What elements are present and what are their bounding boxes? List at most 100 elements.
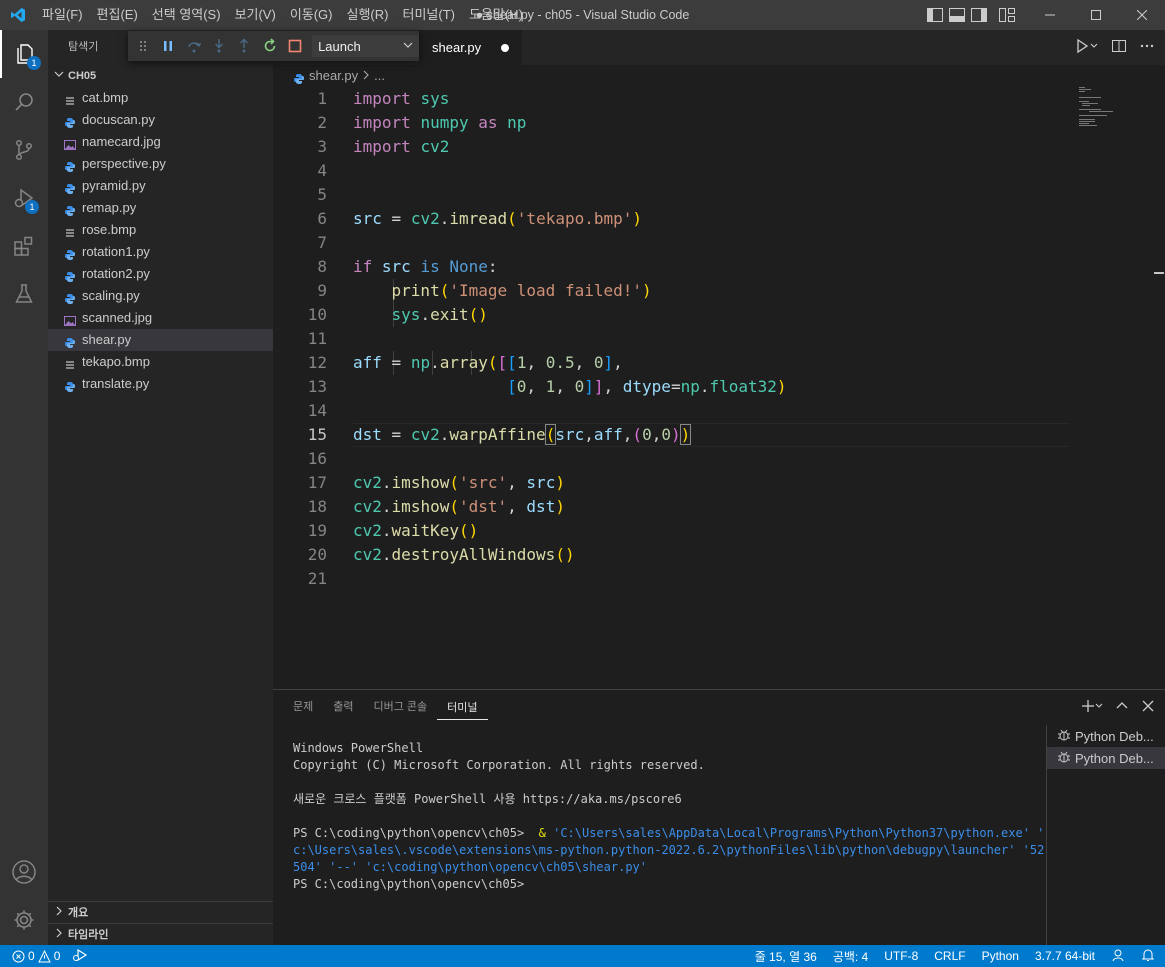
step-out-icon[interactable] — [236, 37, 253, 55]
close-button[interactable] — [1119, 0, 1165, 30]
code-line: 6 src = cv2.imread('tekapo.bmp') — [273, 207, 1069, 231]
split-editor-icon[interactable] — [1111, 38, 1127, 57]
code-text: src = cv2.imread('tekapo.bmp') — [353, 209, 643, 228]
file-name: scanned.jpg — [82, 310, 153, 325]
terminal-line: 새로운 크로스 플랫폼 PowerShell 사용 https://aka.ms… — [293, 792, 682, 806]
folder-header[interactable]: CH05 — [48, 65, 273, 87]
code-line-current: 15 dst = cv2.warpAffine(src,aff,(0,0)) — [273, 423, 1069, 447]
terminal-output[interactable]: Windows PowerShell Copyright (C) Microso… — [293, 740, 1044, 893]
outline-section[interactable]: 개요 — [48, 901, 273, 923]
file-item[interactable]: namecard.jpg — [48, 131, 273, 153]
line-number: 9 — [317, 281, 327, 300]
file-item[interactable]: rose.bmp — [48, 219, 273, 241]
terminal-session[interactable]: Python Deb... — [1047, 725, 1165, 747]
file-item[interactable]: scaling.py — [48, 285, 273, 307]
feedback-icon[interactable] — [1111, 948, 1125, 965]
menu-file[interactable]: 파일(F) — [35, 0, 90, 30]
file-item[interactable]: tekapo.bmp — [48, 351, 273, 373]
file-item[interactable]: cat.bmp — [48, 87, 273, 109]
unsaved-dot-icon[interactable] — [501, 43, 510, 52]
file-item[interactable]: translate.py — [48, 373, 273, 395]
source-control-icon[interactable] — [0, 126, 48, 174]
file-item[interactable]: rotation1.py — [48, 241, 273, 263]
step-into-icon[interactable] — [210, 37, 227, 55]
notifications-bell-icon[interactable] — [1141, 948, 1155, 965]
close-panel-icon[interactable] — [1141, 699, 1155, 716]
more-actions-icon[interactable] — [1139, 38, 1155, 57]
terminal-session-active[interactable]: Python Deb... — [1047, 747, 1165, 769]
code-line: 21 — [273, 567, 1069, 591]
language-mode[interactable]: Python — [982, 949, 1019, 963]
python-file-icon — [64, 334, 76, 348]
timeline-section[interactable]: 타임라인 — [48, 923, 273, 945]
code-editor[interactable]: 1 import sys 2 import numpy as np 3 import … — [273, 87, 1165, 689]
maximize-panel-icon[interactable] — [1115, 699, 1129, 716]
testing-icon[interactable] — [0, 270, 48, 318]
status-bar: 0 0 줄 15, 열 36 공백: 4 UTF-8 CRLF Python 3… — [0, 945, 1165, 967]
file-item[interactable]: scanned.jpg — [48, 307, 273, 329]
menu-help[interactable]: 도움말(H) — [462, 0, 530, 30]
line-number: 3 — [317, 137, 327, 156]
toggle-panel-icon[interactable] — [949, 8, 965, 22]
debug-bug-icon — [1057, 750, 1071, 767]
stop-icon[interactable] — [287, 37, 304, 55]
menu-go[interactable]: 이동(G) — [283, 0, 340, 30]
settings-gear-icon[interactable] — [0, 896, 48, 944]
file-item[interactable]: pyramid.py — [48, 175, 273, 197]
line-number: 18 — [307, 497, 327, 516]
cursor-position[interactable]: 줄 15, 열 36 — [755, 948, 817, 965]
line-ending[interactable]: CRLF — [934, 949, 965, 963]
tab-terminal[interactable]: 터미널 — [437, 696, 488, 720]
extensions-icon[interactable] — [0, 222, 48, 270]
run-file-icon[interactable] — [1075, 38, 1099, 57]
tab-shear-py[interactable]: shear.py — [418, 30, 522, 65]
account-icon[interactable] — [0, 848, 48, 896]
minimap[interactable] — [1079, 87, 1139, 147]
layout-controls — [927, 0, 1015, 30]
menu-view[interactable]: 보기(V) — [228, 0, 283, 30]
encoding[interactable]: UTF-8 — [884, 949, 918, 963]
toggle-secondary-sidebar-icon[interactable] — [971, 8, 987, 22]
outline-label: 개요 — [68, 906, 89, 919]
tab-problems[interactable]: 문제 — [283, 690, 323, 725]
debug-launch-icon[interactable] — [72, 948, 88, 965]
minimize-button[interactable] — [1027, 0, 1073, 30]
tab-output[interactable]: 출력 — [323, 690, 363, 725]
step-over-icon[interactable] — [185, 37, 202, 55]
debug-badge: 1 — [25, 200, 39, 214]
menu-run[interactable]: 실행(R) — [340, 0, 396, 30]
drag-handle-icon[interactable] — [134, 37, 151, 55]
restart-icon[interactable] — [261, 37, 278, 55]
explorer-sidebar: 탐색기 CH05 cat.bmp docuscan.py namecard.jp… — [48, 30, 273, 945]
file-item-selected[interactable]: shear.py — [48, 329, 273, 351]
indentation[interactable]: 공백: 4 — [833, 948, 868, 965]
code-line: 17 cv2.imshow('src', src) — [273, 471, 1069, 495]
scrollbar-cursor-marker — [1154, 272, 1164, 274]
problems-indicator[interactable]: 0 0 — [12, 949, 60, 963]
file-item[interactable]: rotation2.py — [48, 263, 273, 285]
python-interpreter[interactable]: 3.7.7 64-bit — [1035, 949, 1095, 963]
breadcrumb-symbol[interactable]: ... — [374, 65, 385, 87]
code-line: 5 — [273, 183, 1069, 207]
launch-config-select[interactable]: Launch — [312, 35, 419, 57]
pause-icon[interactable] — [159, 37, 176, 55]
menu-selection[interactable]: 선택 영역(S) — [145, 0, 228, 30]
file-item[interactable]: docuscan.py — [48, 109, 273, 131]
file-item[interactable]: remap.py — [48, 197, 273, 219]
menu-edit[interactable]: 편집(E) — [90, 0, 145, 30]
new-terminal-icon[interactable] — [1081, 699, 1103, 716]
tab-debug-console[interactable]: 디버그 콘솔 — [364, 690, 438, 725]
customize-layout-icon[interactable] — [999, 8, 1015, 22]
terminal-prompt: PS C:\coding\python\opencv\ch05> — [293, 826, 532, 840]
file-item[interactable]: perspective.py — [48, 153, 273, 175]
toggle-sidebar-icon[interactable] — [927, 8, 943, 22]
search-icon[interactable] — [0, 78, 48, 126]
menu-terminal[interactable]: 터미널(T) — [395, 0, 461, 30]
maximize-button[interactable] — [1073, 0, 1119, 30]
python-file-icon — [64, 246, 76, 260]
run-debug-icon[interactable]: 1 — [0, 174, 48, 222]
explorer-icon[interactable]: 1 — [0, 30, 48, 78]
code-line: 12 aff = np.array([[1, 0.5, 0], — [273, 351, 1069, 375]
breadcrumb-file[interactable]: shear.py — [309, 65, 358, 87]
